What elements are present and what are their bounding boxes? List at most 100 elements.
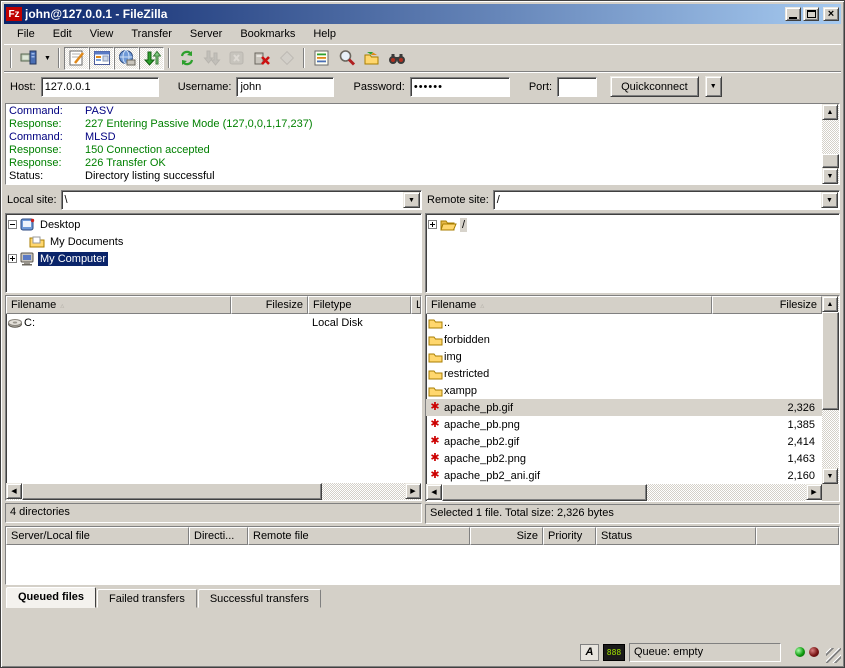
tab-failed-transfers[interactable]: Failed transfers (97, 589, 197, 608)
file-search-button[interactable] (334, 47, 359, 70)
local-hscrollbar[interactable]: ◀ ▶ (6, 483, 421, 500)
host-input[interactable] (41, 77, 159, 97)
browser-panes: Local site: \ ▼ Desktop My Documents (4, 189, 841, 523)
site-manager-button[interactable] (16, 47, 41, 70)
quickconnect-dropdown[interactable]: ▼ (705, 76, 722, 97)
remote-status-text: Selected 1 file. Total size: 2,326 bytes (425, 504, 840, 524)
toggle-message-log-button[interactable] (64, 47, 89, 70)
menu-transfer[interactable]: Transfer (122, 26, 181, 42)
password-input[interactable] (410, 77, 510, 97)
toggle-local-tree-button[interactable] (89, 47, 114, 70)
tree-item-desktop[interactable]: Desktop (8, 216, 419, 233)
file-row[interactable]: ✱apache_pb.png1,385 (426, 416, 822, 433)
expand-icon[interactable] (428, 220, 437, 229)
menu-edit[interactable]: Edit (44, 26, 81, 42)
scroll-left-icon[interactable]: ◀ (426, 484, 442, 500)
column-size[interactable]: Size (470, 527, 543, 545)
log-scrollbar[interactable]: ▲ ▼ (822, 104, 839, 184)
process-queue-button[interactable] (199, 47, 224, 70)
scroll-thumb[interactable] (22, 483, 322, 500)
transfer-type-ascii-icon[interactable]: A (580, 644, 599, 661)
synchronized-browsing-button[interactable] (384, 47, 409, 70)
tree-label: My Documents (48, 235, 125, 249)
abort-button[interactable] (274, 47, 299, 70)
file-row[interactable]: xampp (426, 382, 822, 399)
image-file-icon: ✱ (426, 419, 444, 430)
directory-comparison-button[interactable] (359, 47, 384, 70)
scroll-left-icon[interactable]: ◀ (6, 483, 22, 499)
scroll-thumb[interactable] (822, 154, 839, 168)
scroll-thumb[interactable] (442, 484, 647, 501)
collapse-icon[interactable] (8, 220, 17, 229)
column-filesize[interactable]: Filesize (231, 296, 308, 314)
column-remote-file[interactable]: Remote file (248, 527, 470, 545)
tree-item-my-documents[interactable]: My Documents (8, 233, 419, 250)
column-filename[interactable]: Filename▵ (426, 296, 712, 314)
chevron-down-icon[interactable]: ▼ (403, 192, 420, 208)
chevron-down-icon[interactable]: ▼ (821, 192, 838, 208)
remote-vscrollbar[interactable]: ▲ ▼ (822, 296, 839, 484)
disconnect-button[interactable] (249, 47, 274, 70)
directory-listing-filters-button[interactable] (309, 47, 334, 70)
scroll-thumb[interactable] (822, 312, 839, 410)
scroll-right-icon[interactable]: ▶ (806, 484, 822, 500)
file-row[interactable]: img (426, 348, 822, 365)
transfer-queue: Server/Local file Directi... Remote file… (5, 526, 840, 585)
local-site-combo[interactable]: \ ▼ (61, 190, 422, 210)
minimize-button[interactable] (785, 7, 801, 21)
close-button[interactable]: × (823, 7, 839, 21)
column-filesize[interactable]: Filesize (712, 296, 822, 314)
scroll-up-icon[interactable]: ▲ (822, 104, 838, 120)
resize-grip[interactable] (826, 648, 841, 663)
cancel-operation-button[interactable] (224, 47, 249, 70)
my-computer-icon (20, 252, 35, 266)
local-drive-row[interactable]: C: Local Disk (6, 314, 421, 331)
scroll-right-icon[interactable]: ▶ (405, 483, 421, 499)
column-filetype[interactable]: Filetype (308, 296, 411, 314)
file-row[interactable]: ✱apache_pb2.png1,463 (426, 450, 822, 467)
port-input[interactable] (557, 77, 597, 97)
expand-icon[interactable] (8, 254, 17, 263)
tab-successful-transfers[interactable]: Successful transfers (198, 589, 321, 608)
menu-server[interactable]: Server (181, 26, 231, 42)
toggle-remote-tree-button[interactable] (114, 47, 139, 70)
menu-file[interactable]: File (8, 26, 44, 42)
tree-item-root[interactable]: / (428, 216, 837, 233)
file-row[interactable]: ✱apache_pb2.gif2,414 (426, 433, 822, 450)
local-site-label: Local site: (5, 194, 57, 206)
speed-limit-icon[interactable]: 888 (603, 644, 625, 661)
refresh-button[interactable] (174, 47, 199, 70)
send-indicator-led (795, 647, 805, 657)
maximize-button[interactable] (803, 7, 819, 21)
file-row[interactable]: .. (426, 314, 822, 331)
log-line: Command:PASV (9, 105, 819, 118)
tree-label: Desktop (38, 218, 82, 232)
column-filename[interactable]: Filename▵ (6, 296, 231, 314)
scroll-up-icon[interactable]: ▲ (822, 296, 838, 312)
scroll-down-icon[interactable]: ▼ (822, 168, 838, 184)
scroll-down-icon[interactable]: ▼ (822, 468, 838, 484)
tree-item-my-computer[interactable]: My Computer (8, 250, 419, 267)
quickconnect-button[interactable]: Quickconnect (610, 76, 699, 97)
file-row-selected[interactable]: ✱apache_pb.gif2,326 (426, 399, 822, 416)
file-row[interactable]: forbidden (426, 331, 822, 348)
username-input[interactable] (236, 77, 334, 97)
remote-site-combo[interactable]: / ▼ (493, 190, 840, 210)
menu-view[interactable]: View (81, 26, 123, 42)
toggle-transfer-queue-button[interactable] (139, 47, 164, 70)
column-server-local-file[interactable]: Server/Local file (6, 527, 189, 545)
menu-bookmarks[interactable]: Bookmarks (231, 26, 304, 42)
column-last-modified[interactable]: L (411, 296, 421, 314)
column-status[interactable]: Status (596, 527, 756, 545)
tab-queued-files[interactable]: Queued files (6, 587, 96, 608)
tree-label-selected: My Computer (38, 252, 108, 266)
remote-hscrollbar[interactable]: ◀ ▶ (426, 484, 839, 501)
disconnect-icon (253, 49, 271, 67)
file-row[interactable]: restricted (426, 365, 822, 382)
column-priority[interactable]: Priority (543, 527, 596, 545)
site-manager-dropdown[interactable]: ▼ (41, 47, 54, 70)
column-direction[interactable]: Directi... (189, 527, 248, 545)
file-row[interactable]: ✱apache_pb2_ani.gif2,160 (426, 467, 822, 484)
receive-indicator-led (809, 647, 819, 657)
menu-help[interactable]: Help (304, 26, 345, 42)
